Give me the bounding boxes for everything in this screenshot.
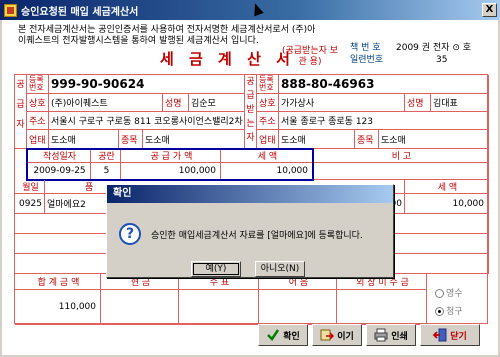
supplier-address: 서울시 구로구 구로동 811 코오롱사이언스밸리2차 1008 bbox=[49, 112, 245, 130]
app-icon bbox=[4, 3, 17, 17]
book-info: 책 번 호 2009 권 전자 ⊙ 호 일련번호 35 bbox=[350, 42, 490, 66]
book-number-value: 2009 권 전자 ⊙ 호 bbox=[396, 43, 472, 53]
buyer-name: 가가상사 bbox=[279, 94, 405, 112]
buyer-rep-label: 성명 bbox=[405, 94, 431, 112]
transfer-button[interactable]: 이기 bbox=[312, 324, 362, 346]
buyer-item: 도소매 bbox=[379, 130, 489, 149]
buyer-name-label: 상호 bbox=[257, 94, 279, 112]
close-label: 닫기 bbox=[450, 331, 467, 342]
transfer-icon bbox=[320, 328, 335, 342]
line-tax: 10,000 bbox=[405, 194, 489, 214]
invoice-subtitle: (공급받는자 보 관 용) bbox=[281, 46, 339, 67]
transfer-label: 이기 bbox=[337, 331, 354, 342]
buyer-addr-label: 주소 bbox=[257, 112, 279, 130]
month-day-header: 월일 bbox=[15, 180, 45, 194]
supplier-addr-label: 주소 bbox=[27, 112, 49, 130]
checkmark-icon bbox=[266, 328, 280, 342]
summary-highlight-box bbox=[26, 148, 314, 181]
check-amount bbox=[179, 290, 259, 325]
supplier-item-label: 종목 bbox=[119, 130, 143, 149]
dialog-message: 승인한 매입세금계산서 자료를 [얼마에요]에 등록합니다. bbox=[151, 231, 363, 241]
credit-amount bbox=[337, 290, 427, 325]
dialog-no-button[interactable]: 아니오(N) bbox=[255, 261, 305, 277]
note-value bbox=[313, 163, 489, 180]
window-titlebar: 승인요청된 매입 세금계산서 X bbox=[0, 0, 500, 20]
buyer-side-label: 공급받는자 bbox=[245, 75, 257, 149]
buyer-item-label: 종목 bbox=[355, 130, 379, 149]
window-close-button[interactable]: X bbox=[482, 3, 497, 17]
supplier-biz-label: 업태 bbox=[27, 130, 49, 149]
supplier-name-label: 상호 bbox=[27, 94, 49, 112]
dialog-title: 확인 bbox=[107, 185, 393, 203]
cash-amount bbox=[101, 290, 179, 325]
buyer-reg-label: 등록번호 bbox=[257, 75, 279, 94]
claim-radio-button bbox=[435, 307, 444, 316]
receipt-label: 영수 bbox=[446, 289, 463, 299]
supplier-reg-label: 등록번호 bbox=[27, 75, 49, 94]
serial-number-value: 35 bbox=[436, 55, 448, 65]
buyer-biz-label: 업태 bbox=[257, 130, 279, 149]
print-button[interactable]: 인쇄 bbox=[366, 324, 416, 346]
buyer-biz: 도소매 bbox=[279, 130, 355, 149]
supplier-item: 도소매 bbox=[143, 130, 245, 149]
exit-icon bbox=[432, 328, 447, 342]
question-icon: ? bbox=[119, 223, 141, 245]
serial-number-label: 일련번호 bbox=[350, 55, 384, 65]
claim-radio[interactable]: 청구 bbox=[435, 303, 463, 321]
book-number-label: 책 번 호 bbox=[350, 43, 381, 53]
buyer-rep: 김대표 bbox=[431, 94, 489, 112]
buyer-address: 서울 종로구 종로동 123 bbox=[279, 112, 489, 130]
invoice-title: 세 금 계 산 서 bbox=[160, 50, 295, 68]
intro-text: 본 전자세금계산서는 공인인증서를 사용하여 전자서명한 세금계산서로서 (주)… bbox=[18, 25, 316, 46]
supplier-reg-number: 999-90-90624 bbox=[49, 75, 245, 94]
bill-amount bbox=[259, 290, 337, 325]
supplier-biz: 도소매 bbox=[49, 130, 119, 149]
total-header: 합 계 금 액 bbox=[15, 274, 101, 290]
receipt-radio-button bbox=[435, 289, 444, 298]
claim-label: 청구 bbox=[446, 307, 463, 317]
close-button[interactable]: 닫기 bbox=[420, 324, 480, 346]
supplier-rep: 김순모 bbox=[189, 94, 245, 112]
supplier-rep-label: 성명 bbox=[163, 94, 189, 112]
confirm-dialog: 확인 ? 승인한 매입세금계산서 자료를 [얼마에요]에 등록합니다. 예(Y)… bbox=[106, 184, 394, 278]
total-amount: 110,000 bbox=[15, 290, 101, 325]
dialog-yes-button[interactable]: 예(Y) bbox=[191, 261, 241, 277]
confirm-label: 확인 bbox=[283, 331, 300, 342]
line-date: 0925 bbox=[15, 194, 45, 214]
supplier-name: (주)아이퀘스트 bbox=[49, 94, 163, 112]
note-header: 비 고 bbox=[313, 149, 489, 163]
line-tax-header: 세 액 bbox=[405, 180, 489, 194]
print-label: 인쇄 bbox=[391, 331, 408, 342]
window-title: 승인요청된 매입 세금계산서 bbox=[21, 6, 139, 18]
buyer-reg-number: 888-80-46963 bbox=[279, 75, 489, 94]
supplier-side-label: 공급자 bbox=[15, 75, 27, 149]
confirm-button[interactable]: 확인 bbox=[258, 324, 308, 346]
receipt-radio[interactable]: 영수 bbox=[435, 285, 463, 303]
printer-icon bbox=[374, 328, 388, 342]
receipt-claim-group: 영수 청구 bbox=[435, 285, 463, 321]
